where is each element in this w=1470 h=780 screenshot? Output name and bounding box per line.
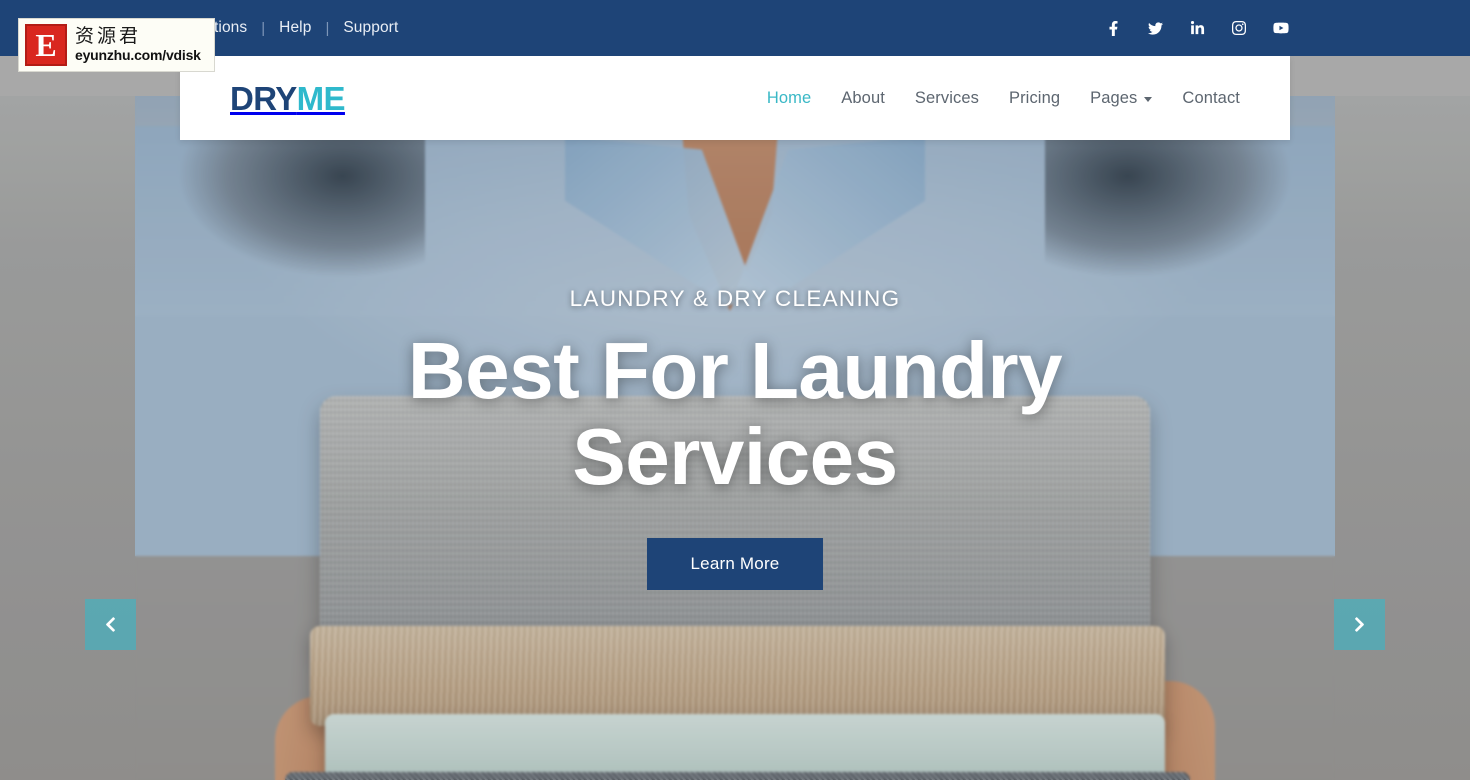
linkedin-icon[interactable] xyxy=(1188,19,1206,37)
nav-label-pricing: Pricing xyxy=(1008,88,1061,107)
hero-carousel: LAUNDRY & DRY CLEANING Best For Laundry … xyxy=(0,96,1470,780)
youtube-icon[interactable] xyxy=(1272,19,1290,37)
page-root: Locations | Help | Support xyxy=(0,0,1470,780)
nav-label-about: About xyxy=(841,88,885,107)
hero-content: LAUNDRY & DRY CLEANING Best For Laundry … xyxy=(0,96,1470,780)
carousel-prev-button[interactable] xyxy=(85,599,136,650)
nav-label-services: Services xyxy=(914,88,979,107)
nav-label-pages: Pages xyxy=(1090,88,1138,107)
top-utility-bar: Locations | Help | Support xyxy=(0,0,1470,56)
nav-item-home[interactable]: Home xyxy=(767,89,811,108)
nav-label-contact: Contact xyxy=(1182,88,1240,107)
brand-dry: DRY xyxy=(230,79,297,117)
watermark-url: eyunzhu.com/vdisk xyxy=(75,46,201,63)
carousel-next-button[interactable] xyxy=(1334,599,1385,650)
brand-me: ME xyxy=(296,79,346,117)
hero-title: Best For Laundry Services xyxy=(407,325,1063,501)
watermark-text: 资源君 eyunzhu.com/vdisk xyxy=(75,24,201,63)
main-navigation: Home About Services Pricing Pages Contac… xyxy=(767,89,1240,108)
watermark-logo-icon: E xyxy=(25,24,67,66)
chevron-down-icon xyxy=(1144,96,1153,102)
nav-item-about[interactable]: About xyxy=(841,89,885,108)
nav-item-pricing[interactable]: Pricing xyxy=(1009,89,1060,108)
instagram-icon[interactable] xyxy=(1230,19,1248,37)
social-links xyxy=(1104,19,1290,37)
learn-more-button[interactable]: Learn More xyxy=(646,538,824,591)
top-bar-inner: Locations | Help | Support xyxy=(180,0,1290,56)
hero-subtitle: LAUNDRY & DRY CLEANING xyxy=(569,285,901,311)
chevron-left-icon xyxy=(106,617,115,632)
top-separator-2: | xyxy=(325,19,330,37)
top-separator-1: | xyxy=(261,19,266,37)
watermark-overlay: E 资源君 eyunzhu.com/vdisk xyxy=(18,18,215,72)
site-header: DRY ME Home About Services Pricing Pages … xyxy=(180,56,1290,140)
nav-item-services[interactable]: Services xyxy=(915,89,979,108)
nav-item-pages[interactable]: Pages xyxy=(1090,88,1153,108)
watermark-chinese: 资源君 xyxy=(75,24,142,47)
nav-item-contact[interactable]: Contact xyxy=(1182,89,1240,108)
brand-logo[interactable]: DRY ME xyxy=(230,79,346,117)
toplink-support[interactable]: Support xyxy=(343,19,398,37)
chevron-right-icon xyxy=(1355,617,1364,632)
facebook-icon[interactable] xyxy=(1104,19,1122,37)
twitter-icon[interactable] xyxy=(1146,19,1164,37)
nav-label-home: Home xyxy=(766,88,812,107)
toplink-help[interactable]: Help xyxy=(279,19,311,37)
